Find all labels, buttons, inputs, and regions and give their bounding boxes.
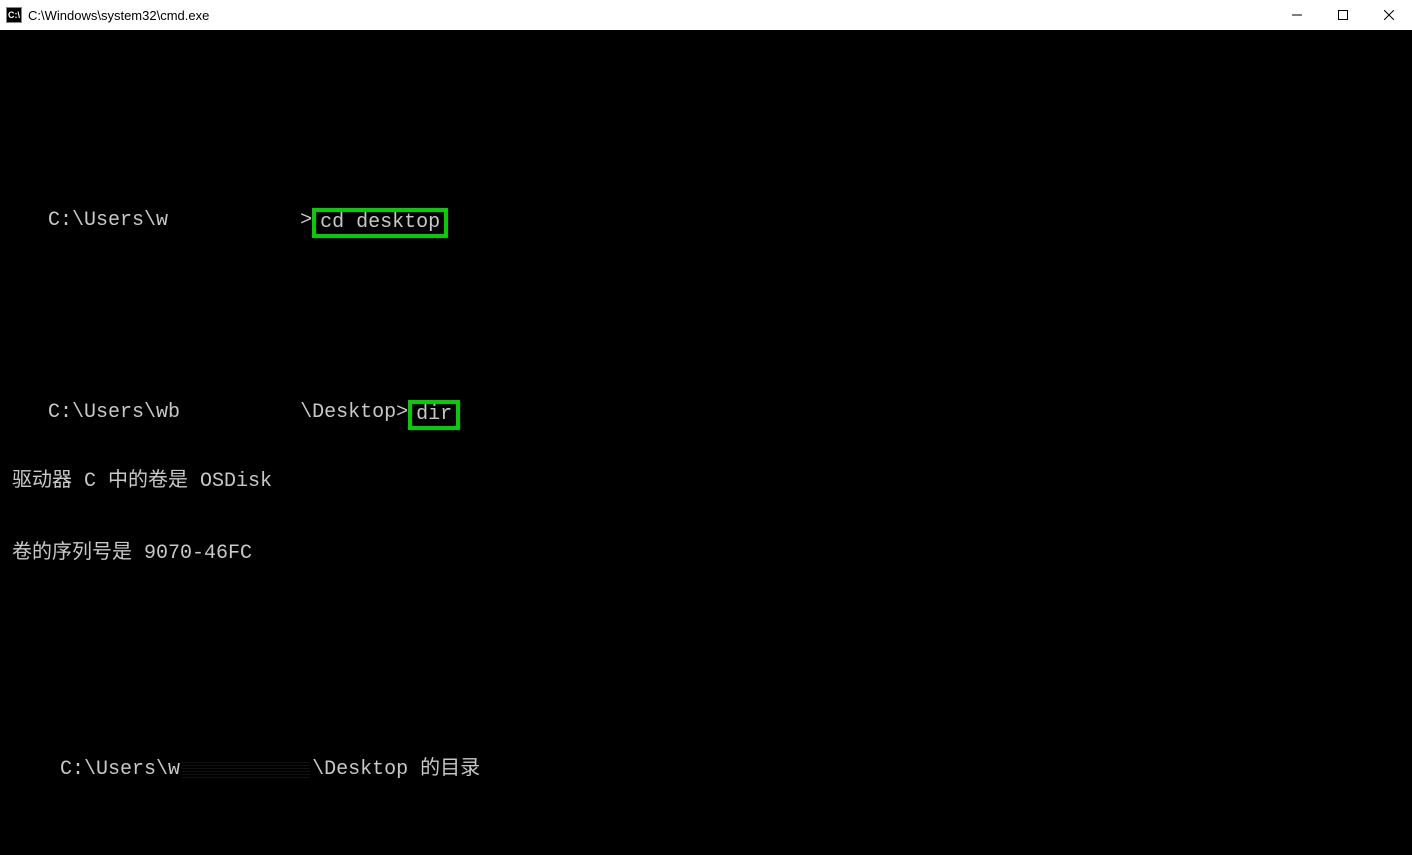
volume-line: 驱动器 C 中的卷是 OSDisk	[0, 470, 1412, 494]
console-output[interactable]: C:\Users\wb qdx018896>cd desktop C:\User…	[0, 30, 1412, 855]
cmd-cd-desktop: cd desktop	[312, 208, 448, 238]
dirof-suffix: \Desktop 的目录	[312, 758, 480, 781]
maximize-button[interactable]	[1320, 0, 1366, 30]
serial-line: 卷的序列号是 9070-46FC	[0, 542, 1412, 566]
prompt2-redacted: qdx018896	[192, 404, 300, 428]
prompt-line-1: C:\Users\wb qdx018896>cd desktop	[0, 182, 1412, 206]
prompt2-prefix: C:\Users\wb	[48, 401, 192, 424]
prompt2-mid: \Desktop	[300, 401, 396, 424]
cmd-dir: dir	[408, 400, 460, 430]
prompt2-caret: >	[396, 401, 408, 424]
window-title: C:\Windows\system32\cmd.exe	[28, 8, 209, 23]
window-titlebar: C:\ C:\Windows\system32\cmd.exe	[0, 0, 1412, 30]
prompt1-redacted: b qdx018896	[168, 212, 300, 236]
prompt1-prefix: C:\Users\w	[48, 209, 168, 232]
prompt1-caret: >	[300, 209, 312, 232]
prompt-line-2: C:\Users\wb qdx018896\Desktop>dir	[0, 374, 1412, 398]
directory-of-line: C:\Users\wb ******896\Desktop 的目录	[0, 734, 1412, 758]
close-button[interactable]	[1366, 0, 1412, 30]
dirof-redacted: b ******896	[180, 758, 312, 782]
dirof-prefix: C:\Users\w	[48, 758, 180, 781]
minimize-button[interactable]	[1274, 0, 1320, 30]
cmd-icon: C:\	[6, 7, 22, 23]
window-controls	[1274, 0, 1412, 30]
